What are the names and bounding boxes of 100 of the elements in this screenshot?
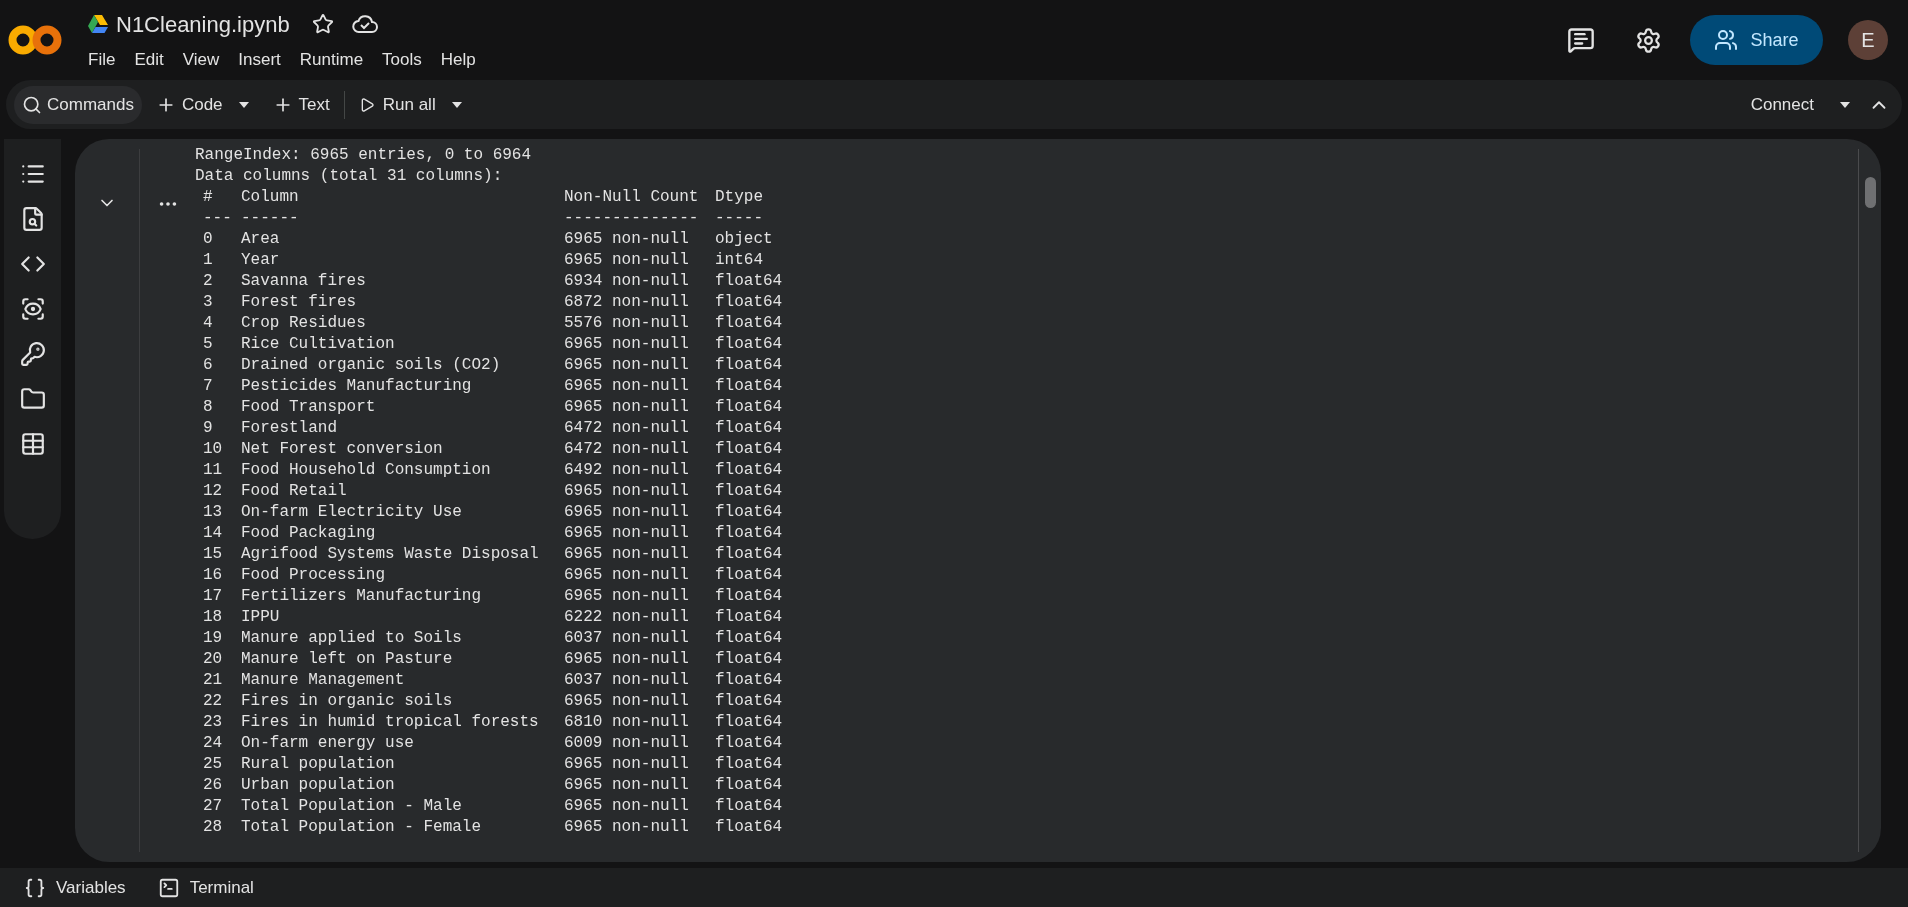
row-count: 6965 non-null	[564, 691, 690, 712]
row-index: 1	[202, 250, 214, 271]
row-dtype: float64	[715, 481, 783, 502]
row-column: Total Population - Female	[241, 817, 564, 838]
row-dtype: float64	[715, 292, 783, 313]
row-index: 11	[202, 460, 224, 481]
row-column: Year	[241, 250, 564, 271]
row-index: 23	[202, 712, 224, 733]
avatar[interactable]: E	[1848, 20, 1888, 60]
row-dtype: float64	[715, 586, 783, 607]
row-index: 21	[202, 670, 224, 691]
row-dtype: float64	[715, 334, 783, 355]
row-dtype: float64	[715, 754, 783, 775]
row-count: 6965 non-null	[564, 523, 690, 544]
header-dtype: Dtype	[715, 187, 763, 208]
row-column: Net Forest conversion	[241, 439, 564, 460]
row-index: 24	[202, 733, 224, 754]
row-column: Drained organic soils (CO2)	[241, 355, 564, 376]
menu-item[interactable]: View	[182, 46, 220, 73]
output-line: Data columns (total 31 columns):	[195, 166, 504, 187]
row-count: 6037 non-null	[564, 670, 690, 691]
row-dtype: float64	[715, 670, 783, 691]
row-count: 6222 non-null	[564, 607, 690, 628]
star-icon[interactable]	[311, 13, 334, 36]
row-count: 6965 non-null	[564, 334, 690, 355]
scrollbar-thumb[interactable]	[1864, 177, 1876, 208]
row-column: Area	[241, 229, 564, 250]
row-column: Forestland	[241, 418, 564, 439]
row-count: 6009 non-null	[564, 733, 690, 754]
cloud-check-icon[interactable]	[351, 14, 378, 35]
row-dtype: object	[715, 229, 773, 250]
row-column: Urban population	[241, 775, 564, 796]
row-column: Rural population	[241, 754, 564, 775]
notebook-title[interactable]: N1Cleaning.ipynb	[116, 7, 290, 41]
row-count: 5576 non-null	[564, 313, 690, 334]
row-index: 25	[202, 754, 224, 775]
row-index: 14	[202, 523, 224, 544]
row-column: On-farm energy use	[241, 733, 564, 754]
share-button[interactable]: Share	[1690, 15, 1823, 65]
settings-icon[interactable]	[1635, 26, 1662, 54]
row-column: IPPU	[241, 607, 564, 628]
row-count: 6965 non-null	[564, 250, 690, 271]
add-code-button[interactable]: Code	[155, 91, 223, 118]
row-count: 6965 non-null	[564, 817, 690, 838]
row-dtype: float64	[715, 313, 783, 334]
row-dtype: float64	[715, 376, 783, 397]
menu-item[interactable]: Insert	[238, 46, 281, 73]
menu-item[interactable]: Edit	[134, 46, 164, 73]
row-column: Food Transport	[241, 397, 564, 418]
people-icon	[1714, 28, 1739, 52]
key-icon[interactable]	[19, 341, 46, 367]
add-text-button[interactable]: Text	[272, 91, 330, 118]
row-count: 6810 non-null	[564, 712, 690, 733]
menu-item[interactable]: Help	[440, 46, 476, 73]
row-index: 26	[202, 775, 224, 796]
folder-icon[interactable]	[19, 386, 46, 412]
caret-icon	[1840, 101, 1850, 108]
bottom-tab[interactable]: Variables	[24, 874, 126, 901]
row-dtype: float64	[715, 523, 783, 544]
table-icon[interactable]	[19, 431, 46, 457]
row-index: 19	[202, 628, 224, 649]
menu-item[interactable]: File	[88, 46, 116, 73]
row-dtype: float64	[715, 733, 783, 754]
row-index: 17	[202, 586, 224, 607]
eye-icon[interactable]	[19, 296, 46, 322]
row-dtype: float64	[715, 418, 783, 439]
row-column: Crop Residues	[241, 313, 564, 334]
row-index: 4	[202, 313, 214, 334]
run-all-button[interactable]: Run all	[358, 91, 436, 118]
row-count: 6965 non-null	[564, 502, 690, 523]
menu-item[interactable]: Tools	[382, 46, 422, 73]
row-count: 6965 non-null	[564, 397, 690, 418]
row-count: 6965 non-null	[564, 649, 690, 670]
row-count: 6965 non-null	[564, 376, 690, 397]
row-count: 6965 non-null	[564, 586, 690, 607]
row-index: 7	[202, 376, 214, 397]
separator-dtype: -----	[715, 208, 763, 229]
separator-count: --------------	[564, 208, 700, 229]
row-index: 27	[202, 796, 224, 817]
row-dtype: float64	[715, 607, 783, 628]
commands-button[interactable]: Commands	[14, 85, 142, 124]
row-dtype: float64	[715, 565, 783, 586]
row-dtype: float64	[715, 796, 783, 817]
bottom-tab[interactable]: Terminal	[157, 874, 254, 901]
row-count: 6965 non-null	[564, 754, 690, 775]
row-column: Food Packaging	[241, 523, 564, 544]
row-column: Forest fires	[241, 292, 564, 313]
row-dtype: int64	[715, 250, 763, 271]
row-dtype: float64	[715, 439, 783, 460]
comment-icon[interactable]	[1567, 26, 1595, 54]
row-column: Savanna fires	[241, 271, 564, 292]
row-count: 6472 non-null	[564, 418, 690, 439]
row-column: Total Population - Male	[241, 796, 564, 817]
row-dtype: float64	[715, 775, 783, 796]
row-index: 0	[202, 229, 214, 250]
connect-button[interactable]: Connect	[1750, 91, 1814, 118]
row-count: 6965 non-null	[564, 796, 690, 817]
terminal-icon	[157, 876, 180, 899]
row-index: 2	[202, 271, 214, 292]
menu-item[interactable]: Runtime	[299, 46, 364, 73]
